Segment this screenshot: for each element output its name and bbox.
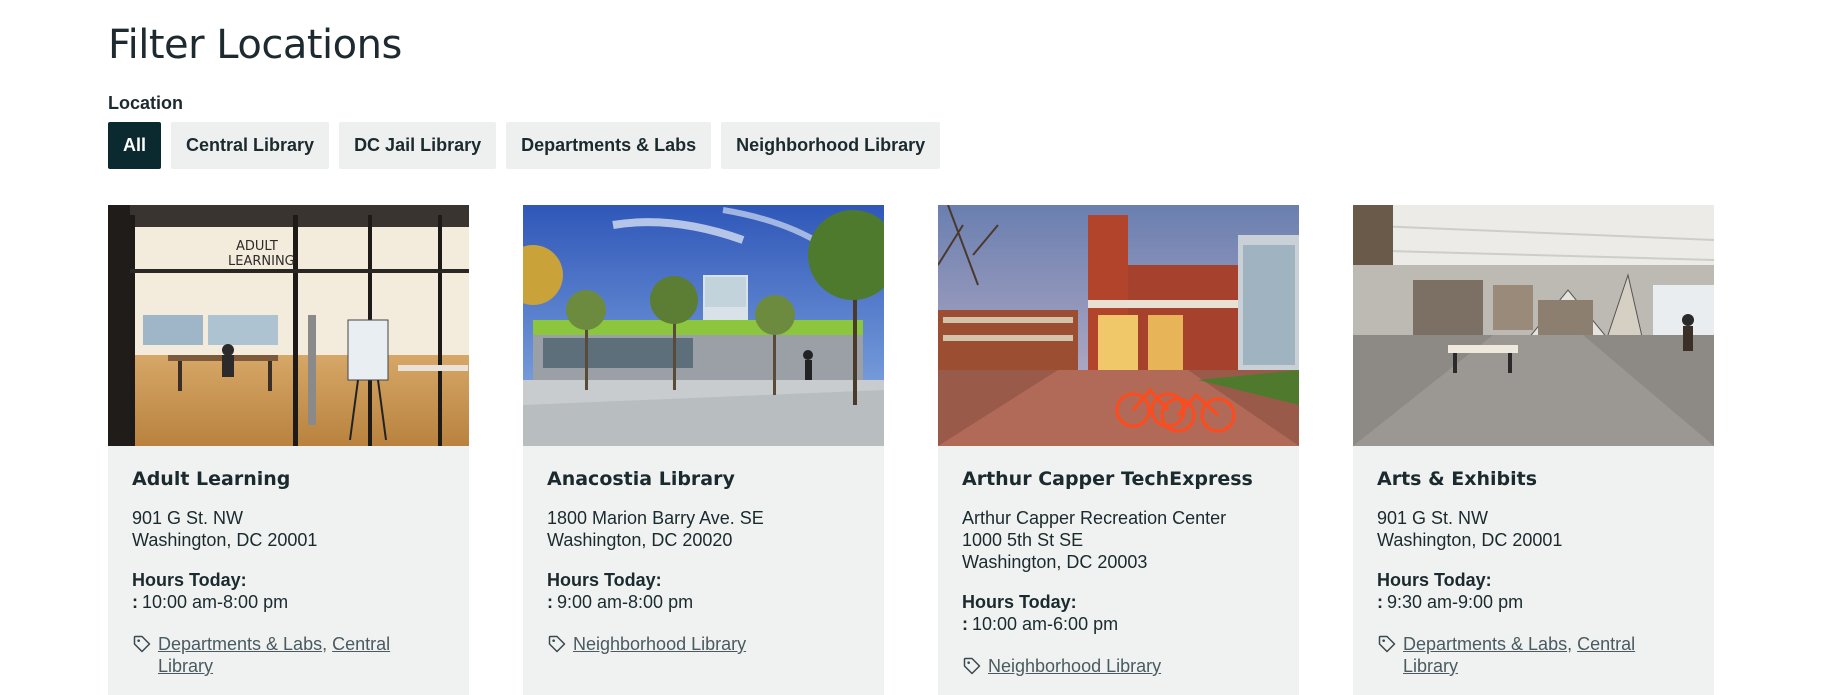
- location-card[interactable]: Anacostia Library 1800 Marion Barry Ave.…: [523, 205, 884, 695]
- tag-links: Departments & Labs, Central Library: [1403, 634, 1636, 676]
- location-photo[interactable]: [1353, 205, 1714, 446]
- card-title[interactable]: Arts & Exhibits: [1377, 468, 1690, 490]
- hours-value-line: :10:00 am-6:00 pm: [962, 613, 1275, 635]
- hours-colon: :: [962, 614, 968, 634]
- hours-colon: :: [1377, 592, 1383, 612]
- address-line: 1000 5th St SE: [962, 530, 1084, 550]
- tag-links: Neighborhood Library: [573, 633, 823, 655]
- hours-value-line: :10:00 am-8:00 pm: [132, 591, 445, 613]
- location-card[interactable]: ADULT LEARNING Adult Learning 901 G St. …: [108, 205, 469, 695]
- address-line: Washington, DC 20003: [962, 552, 1148, 572]
- card-tags: Neighborhood Library: [547, 633, 860, 655]
- card-hours: Hours Today: :9:30 am-9:00 pm: [1377, 569, 1690, 613]
- hours-value: 10:00 am-8:00 pm: [142, 592, 289, 612]
- hours-label: Hours Today:: [132, 570, 247, 590]
- filter-neighborhood-library-button[interactable]: Neighborhood Library: [721, 122, 941, 169]
- card-tags: Neighborhood Library: [962, 655, 1275, 677]
- hours-value: 9:30 am-9:00 pm: [1387, 592, 1524, 612]
- page-title: Filter Locations: [108, 22, 402, 68]
- card-address: Arthur Capper Recreation Center 1000 5th…: [962, 507, 1275, 573]
- hours-value-line: :9:30 am-9:00 pm: [1377, 591, 1690, 613]
- location-photo[interactable]: [523, 205, 884, 446]
- tag-links: Departments & Labs, Central Library: [158, 634, 391, 676]
- hours-value: 9:00 am-8:00 pm: [557, 592, 694, 612]
- tag-link-departments-labs[interactable]: Departments & Labs: [158, 634, 322, 654]
- card-tags: Departments & Labs, Central Library: [1377, 633, 1690, 677]
- hours-label: Hours Today:: [547, 570, 662, 590]
- filter-central-library-button[interactable]: Central Library: [171, 122, 330, 169]
- location-photo[interactable]: ADULT LEARNING: [108, 205, 469, 446]
- address-line: 901 G St. NW: [132, 508, 244, 528]
- adult-learning-sign: ADULT: [236, 239, 278, 254]
- hours-value-line: :9:00 am-8:00 pm: [547, 591, 860, 613]
- tag-icon: [133, 635, 151, 653]
- filter-all-button[interactable]: All: [108, 122, 162, 169]
- card-hours: Hours Today: :9:00 am-8:00 pm: [547, 569, 860, 613]
- hours-colon: :: [132, 592, 138, 612]
- filter-departments-labs-button[interactable]: Departments & Labs: [506, 122, 712, 169]
- tag-link-neighborhood-library[interactable]: Neighborhood Library: [573, 634, 746, 654]
- tag-link-departments-labs[interactable]: Departments & Labs: [1403, 634, 1567, 654]
- card-hours: Hours Today: :10:00 am-6:00 pm: [962, 591, 1275, 635]
- card-address: 901 G St. NW Washington, DC 20001: [132, 507, 445, 551]
- card-address: 1800 Marion Barry Ave. SE Washington, DC…: [547, 507, 860, 551]
- card-tags: Departments & Labs, Central Library: [132, 633, 445, 677]
- address-line: 901 G St. NW: [1377, 508, 1489, 528]
- card-address: 901 G St. NW Washington, DC 20001: [1377, 507, 1690, 551]
- location-card[interactable]: Arts & Exhibits 901 G St. NW Washington,…: [1353, 205, 1714, 695]
- address-line: Washington, DC 20001: [132, 530, 318, 550]
- card-title[interactable]: Arthur Capper TechExpress: [962, 468, 1275, 490]
- tag-link-neighborhood-library[interactable]: Neighborhood Library: [988, 656, 1161, 676]
- tag-links: Neighborhood Library: [988, 655, 1238, 677]
- card-hours: Hours Today: :10:00 am-8:00 pm: [132, 569, 445, 613]
- tag-icon: [963, 657, 981, 675]
- filter-dc-jail-library-button[interactable]: DC Jail Library: [339, 122, 497, 169]
- hours-colon: :: [547, 592, 553, 612]
- card-title[interactable]: Adult Learning: [132, 468, 445, 490]
- filter-label: Location: [108, 93, 183, 113]
- hours-label: Hours Today:: [962, 592, 1077, 612]
- location-photo[interactable]: [938, 205, 1299, 446]
- address-line: Washington, DC 20001: [1377, 530, 1563, 550]
- tag-icon: [1378, 635, 1396, 653]
- address-line: Washington, DC 20020: [547, 530, 733, 550]
- page: Filter Locations Location All Central Li…: [0, 0, 1822, 695]
- location-filter-group: All Central Library DC Jail Library Depa…: [108, 122, 941, 169]
- hours-value: 10:00 am-6:00 pm: [972, 614, 1119, 634]
- location-card[interactable]: Arthur Capper TechExpress Arthur Capper …: [938, 205, 1299, 695]
- adult-learning-sign: LEARNING: [228, 254, 295, 269]
- hours-label: Hours Today:: [1377, 570, 1492, 590]
- tag-icon: [548, 635, 566, 653]
- address-line: Arthur Capper Recreation Center: [962, 508, 1227, 528]
- card-title[interactable]: Anacostia Library: [547, 468, 860, 490]
- address-line: 1800 Marion Barry Ave. SE: [547, 508, 764, 528]
